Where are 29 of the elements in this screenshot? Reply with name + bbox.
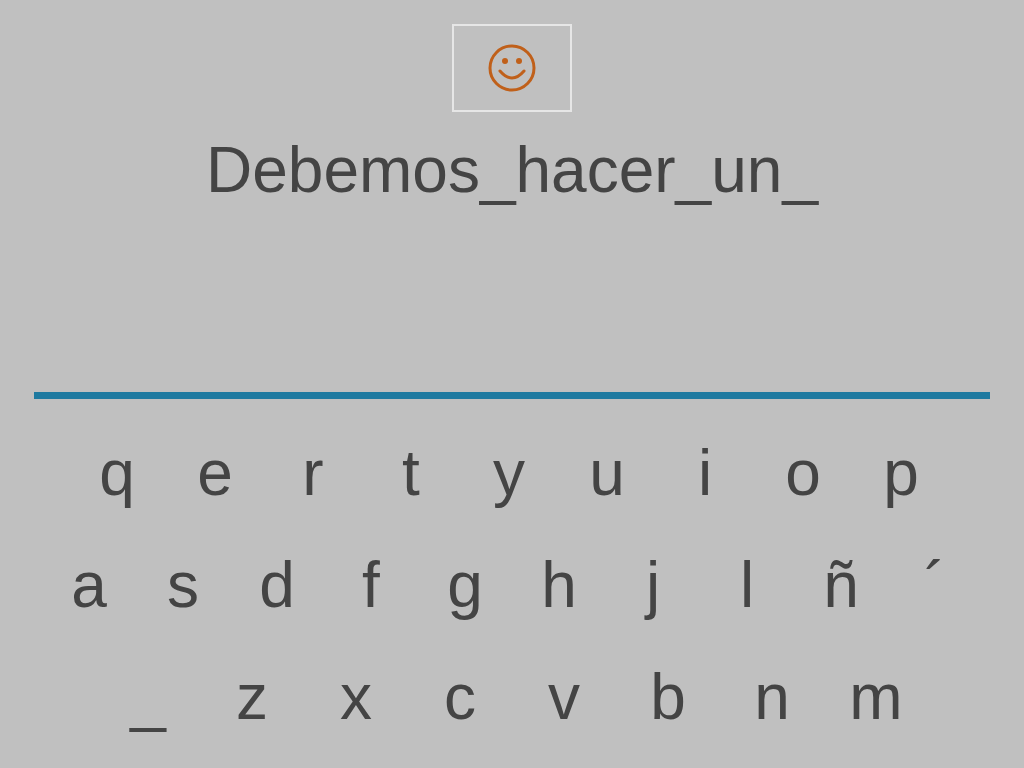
letter-key[interactable]: i: [656, 421, 754, 525]
letter-key[interactable]: h: [512, 533, 606, 637]
letter-key[interactable]: j: [606, 533, 700, 637]
letter-key[interactable]: ñ: [794, 533, 888, 637]
letter-key[interactable]: d: [230, 533, 324, 637]
typed-phrase: Debemos_hacer_un_: [206, 134, 818, 206]
letter-key[interactable]: m: [824, 645, 928, 749]
letter-key[interactable]: u: [558, 421, 656, 525]
letter-key[interactable]: l: [700, 533, 794, 637]
letter-key[interactable]: e: [166, 421, 264, 525]
letter-key[interactable]: c: [408, 645, 512, 749]
letter-key[interactable]: v: [512, 645, 616, 749]
letter-key[interactable]: ´: [888, 533, 982, 637]
letter-key[interactable]: a: [42, 533, 136, 637]
letter-key[interactable]: n: [720, 645, 824, 749]
smiley-icon: [487, 43, 537, 93]
letter-key[interactable]: t: [362, 421, 460, 525]
letter-key[interactable]: x: [304, 645, 408, 749]
letter-key[interactable]: s: [136, 533, 230, 637]
letter-key[interactable]: o: [754, 421, 852, 525]
letter-key[interactable]: p: [852, 421, 950, 525]
letter-key[interactable]: z: [200, 645, 304, 749]
letter-key[interactable]: r: [264, 421, 362, 525]
letter-key[interactable]: q: [68, 421, 166, 525]
letter-key[interactable]: _: [96, 645, 200, 749]
letter-key[interactable]: y: [460, 421, 558, 525]
letter-key[interactable]: f: [324, 533, 418, 637]
letter-key[interactable]: b: [616, 645, 720, 749]
letter-key[interactable]: g: [418, 533, 512, 637]
